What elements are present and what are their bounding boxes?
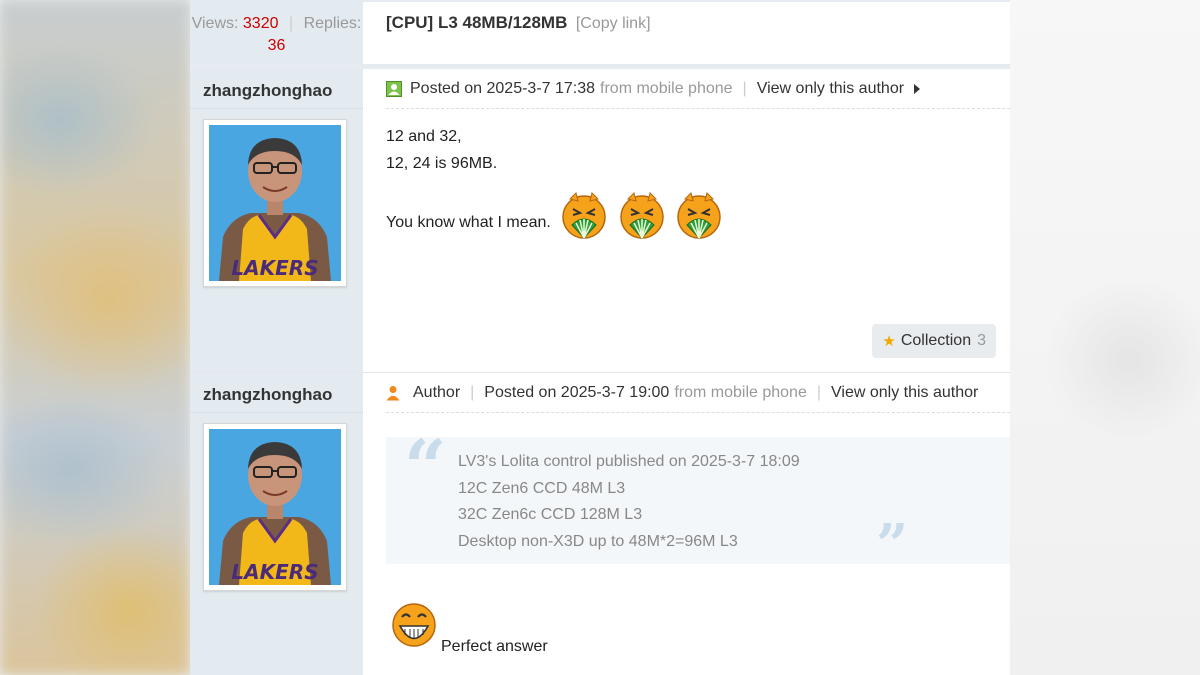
star-icon: ★ (882, 333, 896, 350)
post-2: zhangzhonghao LAKERS Author | Posted on … (190, 373, 1010, 675)
author-person-icon (386, 385, 400, 400)
fan-laugh-smiley-icon (620, 192, 664, 239)
views-count: 3320 (242, 15, 279, 32)
collection-button[interactable]: ★ Collection 3 (872, 324, 996, 358)
quote-line: LV3's Lolita control published on 2025-3… (458, 453, 800, 470)
avatar[interactable]: LAKERS (203, 423, 347, 591)
quote-open-icon: “ (404, 425, 447, 511)
meta-separator: | (816, 383, 821, 401)
post-line: 12 and 32, (386, 128, 462, 145)
post-meta: Author | Posted on 2025-3-7 19:00 from m… (386, 373, 1010, 413)
author-badge: Author (413, 383, 461, 401)
post-1-author-panel: zhangzhonghao LAKERS (190, 69, 363, 287)
quote-block: “ LV3's Lolita control published on 2025… (386, 431, 1010, 573)
post-line: 12, 24 is 96MB. (386, 155, 498, 172)
grin-smiley-icon (392, 603, 436, 647)
post-line-with-smileys: You know what I mean. (386, 189, 1010, 241)
post-timestamp: Posted on 2025-3-7 19:00 (484, 383, 670, 401)
post-source: from mobile phone (600, 79, 733, 97)
quote-line: 32C Zen6c CCD 128M L3 (458, 506, 643, 523)
avatar-image: LAKERS (209, 429, 341, 585)
jersey-text: LAKERS (231, 256, 318, 280)
views-label: Views: (191, 15, 239, 32)
meta-separator: | (470, 383, 475, 401)
quote-line: 12C Zen6 CCD 48M L3 (458, 479, 626, 497)
post-body: 12 and 32, 12, 24 is 96MB. You know what… (386, 123, 1010, 241)
view-only-author-link[interactable]: View only this author (757, 80, 904, 98)
post-1-content: Posted on 2025-3-7 17:38 from mobile pho… (363, 69, 1010, 358)
blurred-background-right (1010, 0, 1200, 675)
post-1: zhangzhonghao LAKERS Posted on 2025-3-7 … (190, 69, 1010, 373)
quote-line: Desktop non-X3D up to 48M*2=96M L3 (458, 532, 738, 550)
copy-link[interactable]: [Copy link] (576, 15, 651, 32)
meta-separator: | (742, 79, 747, 97)
post-source: from mobile phone (674, 383, 807, 401)
post-timestamp: Posted on 2025-3-7 17:38 (410, 79, 596, 97)
collection-label: Collection (900, 332, 972, 349)
thread-header: [CPU] L3 48MB/128MB [Copy link] (363, 0, 1010, 66)
thread-stats: Views: 3320 | Replies: 36 (190, 0, 363, 66)
avatar[interactable]: LAKERS (203, 119, 347, 287)
post-line: You know what I mean. (386, 214, 551, 231)
stats-separator: | (288, 15, 294, 32)
forum-thread: Views: 3320 | Replies: 36 [CPU] L3 48MB/… (190, 0, 1010, 675)
play-triangle-icon (914, 83, 921, 94)
post-meta: Posted on 2025-3-7 17:38 from mobile pho… (386, 69, 1010, 109)
author-name[interactable]: zhangzhonghao (190, 373, 363, 413)
view-only-author-link[interactable]: View only this author (831, 384, 978, 402)
replies-label: Replies: (303, 15, 362, 32)
avatar-image: LAKERS (209, 125, 341, 281)
reply-text: Perfect answer (441, 638, 548, 655)
thread-title: [CPU] L3 48MB/128MB (386, 13, 568, 32)
jersey-text: LAKERS (231, 560, 318, 584)
post-2-content: Author | Posted on 2025-3-7 19:00 from m… (363, 373, 1010, 655)
online-status-icon (386, 80, 402, 97)
post-2-author-panel: zhangzhonghao LAKERS (190, 373, 363, 591)
collection-count: 3 (977, 332, 986, 349)
author-name[interactable]: zhangzhonghao (190, 69, 363, 109)
quote-close-icon: ” (876, 512, 909, 578)
fan-laugh-smiley-icon (562, 192, 607, 239)
replies-count: 36 (267, 37, 286, 54)
blurred-background-left (0, 0, 190, 675)
fan-laugh-smiley-icon (677, 192, 721, 239)
